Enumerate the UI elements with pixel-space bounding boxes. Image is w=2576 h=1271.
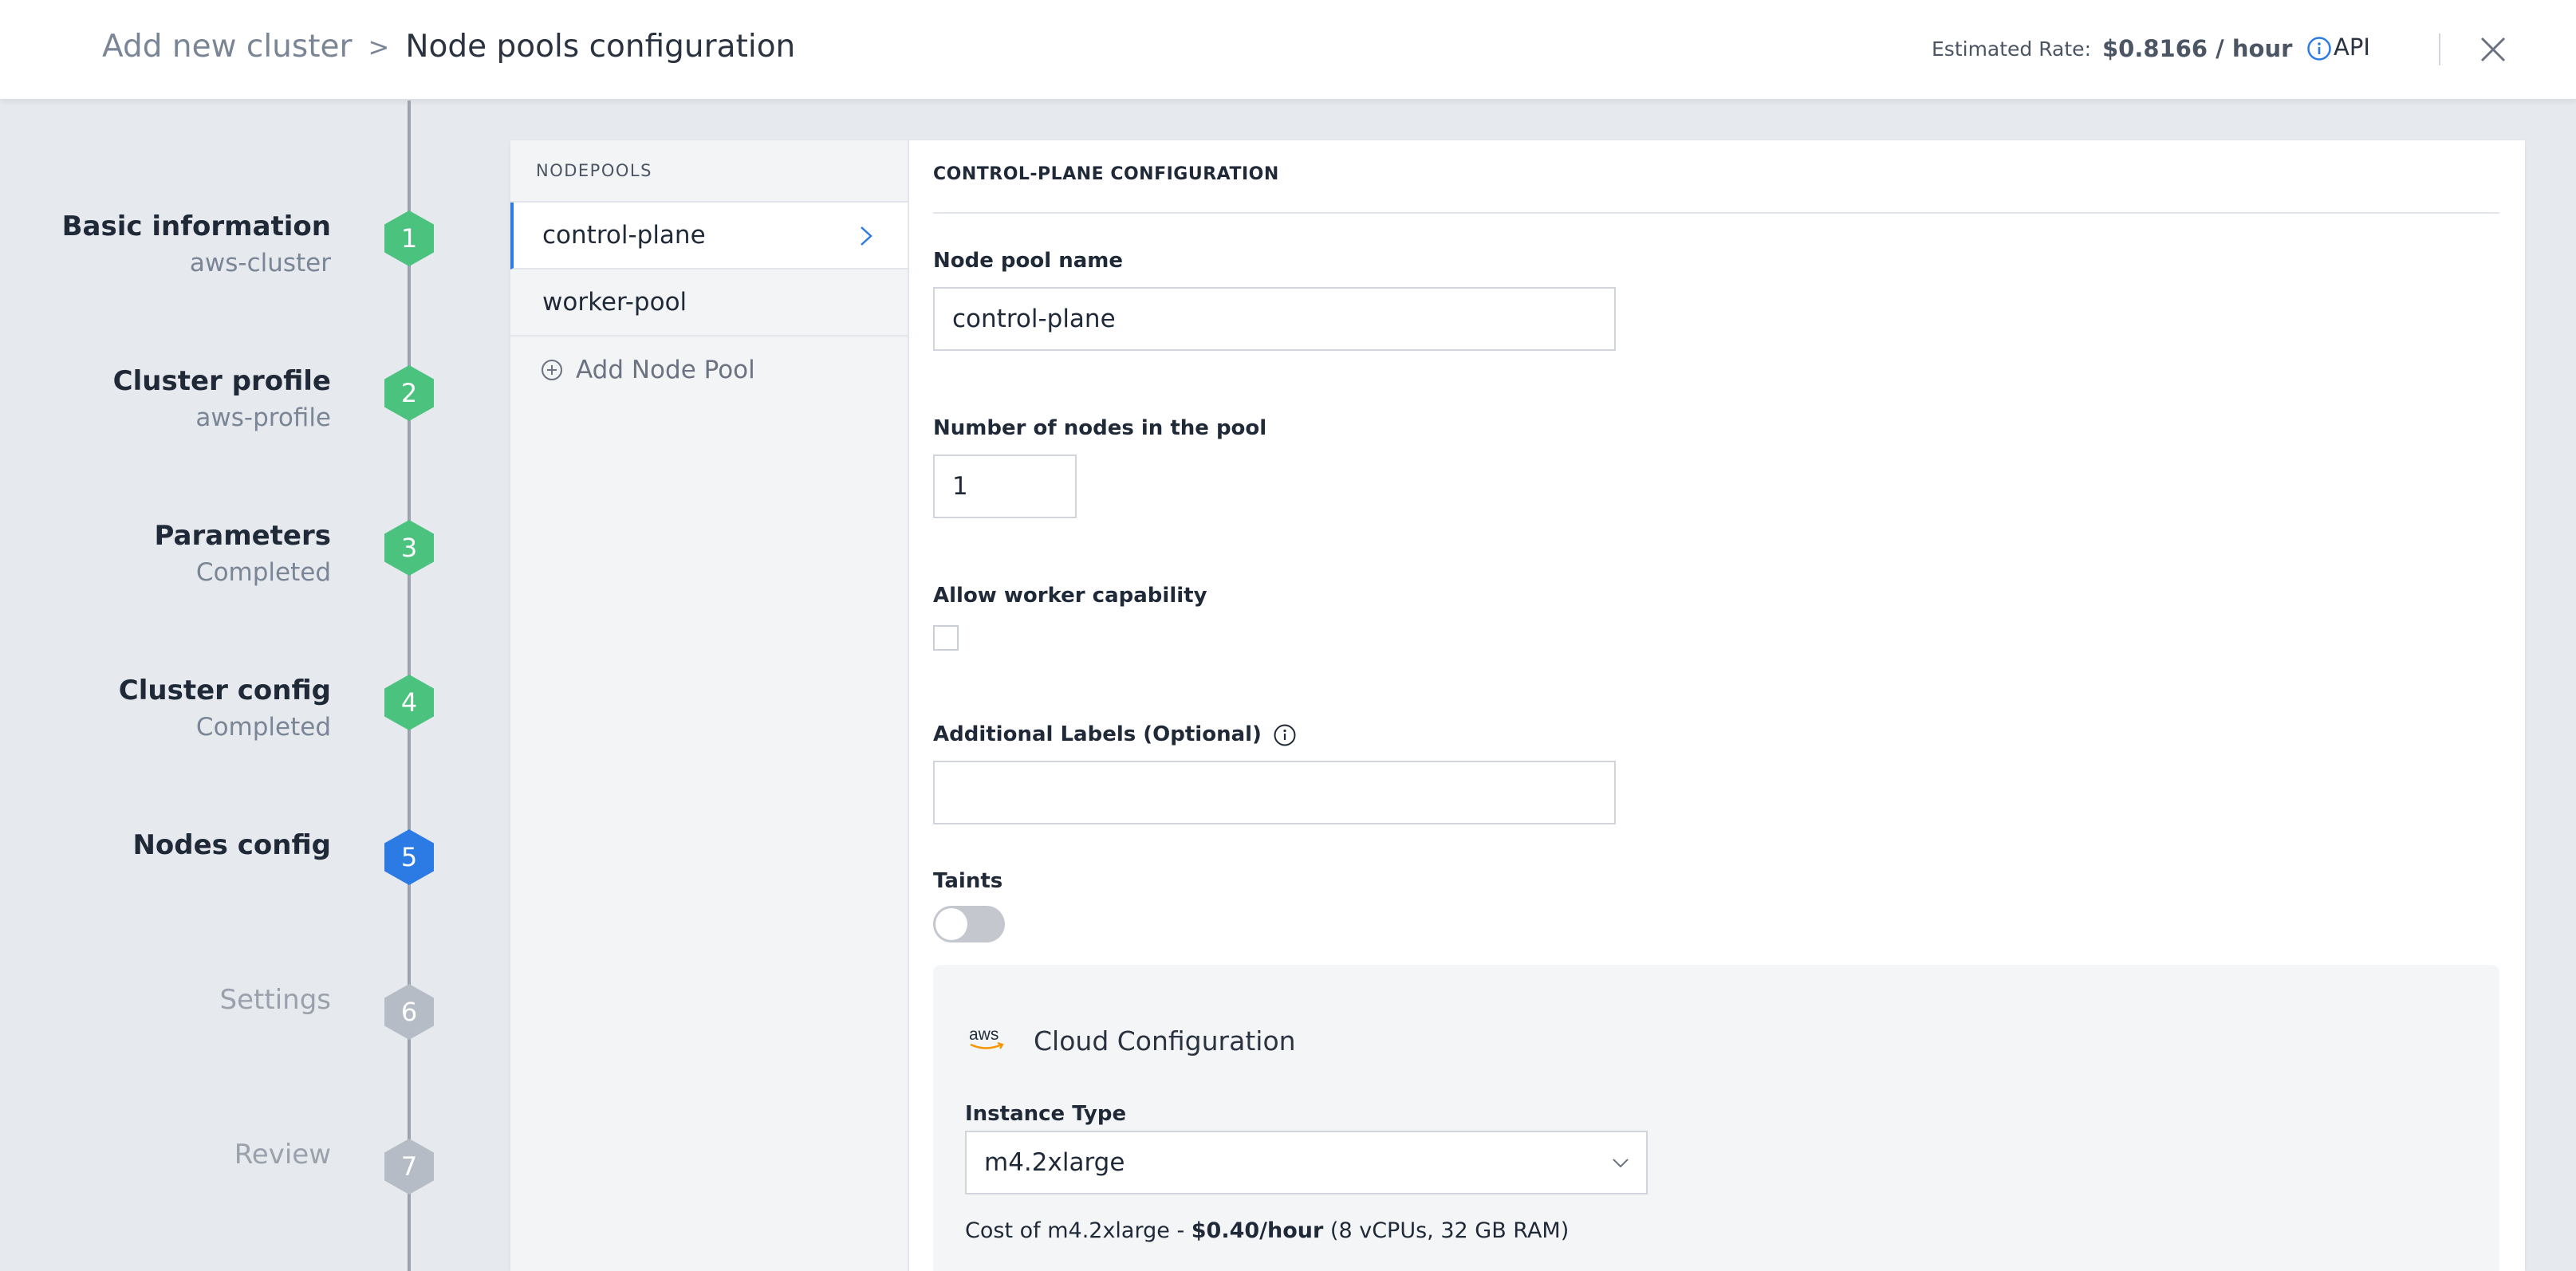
- nodepools-panel: NODEPOOLS control-plane worker-pool Add …: [510, 140, 909, 1271]
- add-node-pool-label: Add Node Pool: [576, 356, 755, 384]
- cost-suffix: (8 vCPUs, 32 GB RAM): [1323, 1218, 1570, 1243]
- step-subtitle: aws-cluster: [189, 249, 331, 277]
- step-subtitle: Completed: [195, 558, 331, 587]
- node-count-label: Number of nodes in the pool: [933, 416, 1267, 440]
- info-icon[interactable]: [1273, 723, 1297, 747]
- header-divider: [2439, 33, 2440, 65]
- additional-labels-input[interactable]: [933, 761, 1616, 824]
- worker-capability-label: Allow worker capability: [933, 584, 1207, 608]
- cost-prefix: Cost of m4.2xlarge -: [965, 1218, 1191, 1243]
- taints-label: Taints: [933, 869, 1003, 893]
- node-count-input[interactable]: [933, 454, 1077, 518]
- step-title: Settings: [219, 984, 331, 1016]
- step-title: Review: [234, 1139, 331, 1171]
- worker-capability-checkbox[interactable]: [933, 625, 959, 651]
- nodes-config-card: NODEPOOLS control-plane worker-pool Add …: [510, 140, 2525, 1271]
- header-bar: Add new cluster > Node pools configurati…: [0, 0, 2576, 100]
- nodepool-item-label: worker-pool: [542, 288, 687, 317]
- step-title: Cluster config: [118, 675, 331, 706]
- instance-type-value: m4.2xlarge: [984, 1148, 1125, 1177]
- breadcrumb: Add new cluster > Node pools configurati…: [102, 29, 795, 65]
- chevron-down-icon: [1613, 1159, 1629, 1168]
- step-basic-information[interactable]: Basic information aws-cluster 1: [0, 211, 447, 306]
- step-title: Basic information: [61, 211, 331, 242]
- step-title: Parameters: [154, 520, 331, 552]
- step-number-badge: 2: [384, 365, 434, 421]
- page-title: Node pools configuration: [405, 29, 796, 65]
- add-node-pool-button[interactable]: Add Node Pool: [510, 336, 908, 403]
- nodepool-item-label: control-plane: [542, 221, 706, 250]
- pool-name-input[interactable]: [933, 287, 1616, 351]
- chevron-right-icon: [861, 226, 872, 246]
- estimated-rate: Estimated Rate: $0.8166 / hour: [1932, 35, 2332, 62]
- step-number-badge: 4: [384, 675, 434, 730]
- additional-labels-label: Additional Labels (Optional): [933, 722, 1297, 747]
- pool-name-label: Node pool name: [933, 249, 1123, 273]
- step-subtitle: aws-profile: [195, 403, 331, 432]
- api-button[interactable]: API: [2334, 33, 2370, 61]
- step-nodes-config[interactable]: Nodes config 5: [0, 829, 447, 925]
- step-number-badge: 7: [384, 1139, 434, 1194]
- additional-labels-label-text: Additional Labels (Optional): [933, 722, 1262, 746]
- nodepool-item-worker-pool[interactable]: worker-pool: [510, 270, 908, 336]
- taints-toggle[interactable]: [933, 906, 1005, 942]
- nodepools-header: NODEPOOLS: [510, 140, 908, 203]
- step-review[interactable]: Review 7: [0, 1139, 447, 1234]
- close-icon[interactable]: [2479, 35, 2507, 64]
- toggle-knob: [935, 908, 967, 940]
- cloud-configuration-section: aws Cloud Configuration Instance Type m4…: [933, 965, 2499, 1271]
- breadcrumb-parent[interactable]: Add new cluster: [102, 29, 353, 65]
- step-subtitle: Completed: [195, 713, 331, 742]
- step-cluster-config[interactable]: Cluster config Completed 4: [0, 675, 447, 770]
- aws-logo-text: aws: [969, 1025, 998, 1044]
- step-cluster-profile[interactable]: Cluster profile aws-profile 2: [0, 365, 447, 461]
- instance-type-select[interactable]: m4.2xlarge: [965, 1131, 1648, 1194]
- config-divider: [933, 212, 2499, 214]
- step-title: Nodes config: [132, 829, 331, 861]
- cost-value: $0.40/hour: [1191, 1218, 1324, 1243]
- breadcrumb-separator: >: [368, 31, 390, 62]
- instance-cost: Cost of m4.2xlarge - $0.40/hour (8 vCPUs…: [965, 1218, 1569, 1243]
- step-number-badge: 6: [384, 984, 434, 1040]
- config-title: CONTROL-PLANE CONFIGURATION: [933, 164, 1279, 184]
- nodepool-item-control-plane[interactable]: control-plane: [510, 203, 908, 270]
- plus-circle-icon: [542, 360, 562, 380]
- step-number-badge: 5: [384, 829, 434, 885]
- step-number-badge: 3: [384, 520, 434, 576]
- cloud-config-title: Cloud Configuration: [1034, 1025, 1296, 1057]
- step-number-badge: 1: [384, 211, 434, 266]
- step-parameters[interactable]: Parameters Completed 3: [0, 520, 447, 616]
- instance-type-label: Instance Type: [965, 1102, 1127, 1126]
- aws-logo-icon: aws: [969, 1025, 1004, 1049]
- nodepool-config-form: CONTROL-PLANE CONFIGURATION Node pool na…: [933, 140, 2499, 1271]
- info-icon[interactable]: [2306, 36, 2332, 61]
- step-settings[interactable]: Settings 6: [0, 984, 447, 1080]
- estimated-rate-label: Estimated Rate:: [1932, 37, 2091, 61]
- step-title: Cluster profile: [112, 365, 331, 397]
- estimated-rate-value: $0.8166 / hour: [2102, 35, 2293, 62]
